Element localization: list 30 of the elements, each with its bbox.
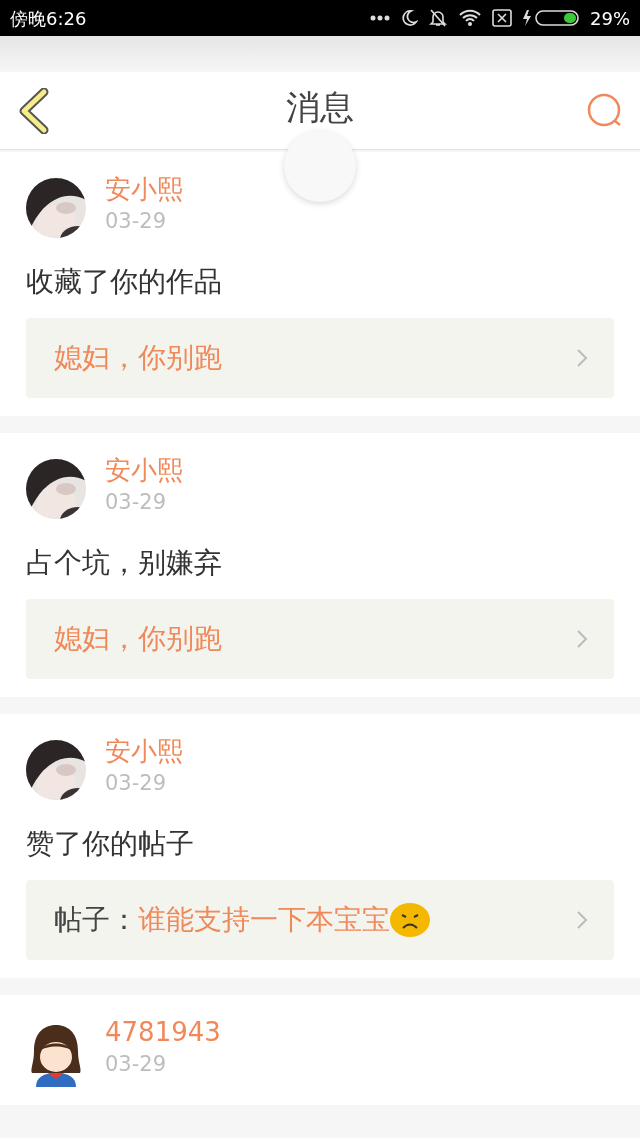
bell-off-icon bbox=[428, 8, 448, 28]
sim-off-icon bbox=[492, 9, 512, 27]
linked-post[interactable]: 媳妇，你别跑 bbox=[26, 599, 614, 679]
moon-icon bbox=[400, 9, 418, 27]
linked-post[interactable]: 帖子：谁能支持一下本宝宝 bbox=[26, 880, 614, 960]
message-date: 03-29 bbox=[105, 770, 168, 797]
chevron-right-icon bbox=[576, 629, 588, 649]
page-title: 消息 bbox=[286, 86, 354, 129]
chevron-right-icon bbox=[576, 910, 588, 930]
message-date: 03-29 bbox=[105, 208, 168, 235]
post-title: 媳妇，你别跑 bbox=[54, 340, 222, 376]
message-text: 占个坑，别嫌弃 bbox=[26, 545, 223, 581]
post-title: 媳妇，你别跑 bbox=[54, 621, 222, 657]
message-date: 03-29 bbox=[105, 1051, 168, 1078]
wifi-icon bbox=[458, 9, 482, 27]
user-name[interactable]: 安小熙 bbox=[105, 734, 183, 768]
status-time: 傍晚6:26 bbox=[10, 6, 87, 31]
user-name[interactable]: 安小熙 bbox=[105, 453, 183, 487]
user-name[interactable]: 安小熙 bbox=[105, 172, 183, 206]
chevron-right-icon bbox=[576, 348, 588, 368]
message-text: 赞了你的帖子 bbox=[26, 826, 195, 862]
message-text: 收藏了你的作品 bbox=[26, 264, 223, 300]
linked-post[interactable]: 媳妇，你别跑 bbox=[26, 318, 614, 398]
post-label: 帖子： bbox=[54, 902, 138, 938]
message-date: 03-29 bbox=[105, 489, 168, 516]
charging-battery-icon bbox=[522, 9, 580, 27]
user-name[interactable]: 4781943 bbox=[105, 1015, 221, 1049]
more-icon bbox=[370, 15, 390, 21]
battery-percent: 29% bbox=[590, 6, 630, 31]
post-title: 谁能支持一下本宝宝 bbox=[138, 902, 390, 938]
